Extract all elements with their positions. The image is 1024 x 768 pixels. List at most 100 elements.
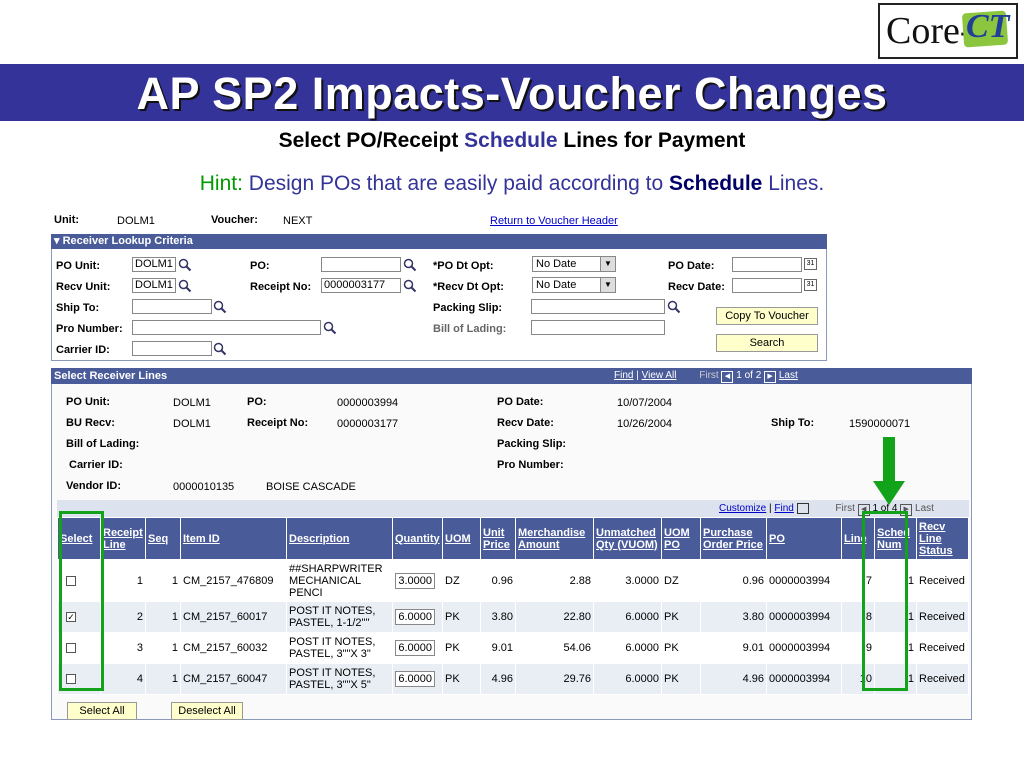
merchandise-amount-cell: 22.80 [515,601,594,633]
item-id-cell: CM_2157_476809 [180,559,287,602]
vendor-name: BOISE CASCADE [266,481,356,493]
recv-dt-opt-select[interactable]: No Date ▼ [532,277,616,293]
description-cell: POST IT NOTES, PASTEL, 3""X 3" [286,632,393,664]
po-dt-opt-select[interactable]: No Date ▼ [532,256,616,272]
table-row[interactable]: 4 1 CM_2157_60047 POST IT NOTES, PASTEL,… [57,663,969,695]
subtitle-part-a: Select PO/Receipt [278,129,465,152]
deselect-all-button[interactable]: Deselect All [171,702,243,720]
search-icon[interactable] [213,342,227,356]
receipt-line-cell: 3 [100,632,146,664]
customize-link[interactable]: Customize [719,503,766,514]
search-icon[interactable] [213,300,227,314]
search-icon[interactable] [178,279,192,293]
search-icon[interactable] [403,279,417,293]
voucher-value: NEXT [283,215,313,227]
ship-to-input[interactable] [132,299,212,314]
receipt-line-cell: 1 [100,559,146,602]
col-po[interactable]: PO [766,517,842,560]
col-uom[interactable]: UOM [442,517,481,560]
col-item-id[interactable]: Item ID [180,517,287,560]
search-button[interactable]: Search [716,334,818,352]
hint-body: Design POs that are easily paid accordin… [242,172,669,195]
table-row[interactable]: 3 1 CM_2157_60032 POST IT NOTES, PASTEL,… [57,632,969,664]
rcv-recv-date-value: 10/26/2004 [617,418,673,430]
search-icon[interactable] [323,321,337,335]
merchandise-amount-cell: 2.88 [515,559,594,602]
grid-find-link[interactable]: Find [774,503,793,514]
last-link[interactable]: Last [779,370,798,381]
col-merchandise-amount[interactable]: Merchandise Amount [515,517,594,560]
po-cell: 0000003994 [766,663,842,695]
spreadsheet-icon[interactable] [796,503,809,514]
quantity-input[interactable]: 6.0000 [395,609,435,625]
copy-to-voucher-button[interactable]: Copy To Voucher [716,307,818,325]
uom-cell: DZ [442,559,481,602]
pro-number-input[interactable] [132,320,321,335]
view-all-link[interactable]: View All [642,370,677,381]
bill-of-lading-label: Bill of Lading: [433,323,507,335]
packing-slip-input[interactable] [531,299,665,314]
uom-cell: PK [442,663,481,695]
receipt-no-input[interactable]: 0000003177 [321,278,401,293]
recv-dt-opt-label: *Recv Dt Opt: [433,281,504,293]
previous-arrow-icon[interactable]: ◀ [721,371,734,383]
unit-price-cell: 9.01 [480,632,516,664]
quantity-input[interactable]: 6.0000 [395,671,435,687]
po-date-input[interactable] [732,257,802,272]
uom-po-cell: DZ [661,559,701,602]
grid-last-link[interactable]: Last [915,503,934,514]
col-po-price[interactable]: Purchase Order Price [700,517,767,560]
recv-unit-input[interactable]: DOLM1 [132,278,176,293]
unit-price-cell: 4.96 [480,663,516,695]
bill-of-lading-input[interactable] [531,320,665,335]
first-link[interactable]: First [699,370,718,381]
col-description[interactable]: Description [286,517,393,560]
calendar-icon[interactable]: 31 [804,258,817,270]
bu-recv-label: BU Recv: [66,417,115,429]
po-input[interactable] [321,257,401,272]
quantity-cell: 6.0000 [392,601,443,633]
dropdown-arrow-icon: ▼ [600,278,615,292]
search-icon[interactable] [403,258,417,272]
collapse-icon: ▾ [54,235,60,247]
col-quantity[interactable]: Quantity [392,517,443,560]
col-recv-line-status[interactable]: Recv Line Status [916,517,969,560]
seq-cell: 1 [145,632,181,664]
calendar-icon[interactable]: 31 [804,279,817,291]
slide-subtitle: Select PO/Receipt Schedule Lines for Pay… [0,129,1024,153]
select-all-button[interactable]: Select All [67,702,137,720]
uom-po-cell: PK [661,632,701,664]
col-uom-po[interactable]: UOM PO [661,517,701,560]
table-header-row: Select Receipt Line Seq Item ID Descript… [57,517,969,560]
uom-po-cell: PK [661,601,701,633]
return-to-voucher-header-link[interactable]: Return to Voucher Header [490,215,618,227]
rcv-po-date-value: 10/07/2004 [617,397,673,409]
grid-first-link[interactable]: First [835,503,854,514]
seq-cell: 1 [145,601,181,633]
next-arrow-icon[interactable]: ▶ [764,371,777,383]
logo-core-text: Core- [886,10,973,52]
merchandise-amount-cell: 54.06 [515,632,594,664]
po-cell: 0000003994 [766,632,842,664]
table-row[interactable]: 1 1 CM_2157_476809 ##SHARPWRITER MECHANI… [57,559,969,602]
rcv-bill-of-lading-label: Bill of Lading: [66,438,140,450]
col-unit-price[interactable]: Unit Price [480,517,516,560]
hint-label: Hint: [199,172,243,195]
quantity-input[interactable]: 6.0000 [395,640,435,656]
hint-end: Lines. [762,172,825,195]
carrier-id-input[interactable] [132,341,212,356]
search-icon[interactable] [178,258,192,272]
unmatched-qty-cell: 6.0000 [593,632,662,664]
receiver-lookup-header[interactable]: ▾ Receiver Lookup Criteria [51,234,827,249]
search-icon[interactable] [667,300,681,314]
po-unit-input[interactable]: DOLM1 [132,257,176,272]
quantity-input[interactable]: 3.0000 [395,572,435,589]
col-receipt-line[interactable]: Receipt Line [100,517,146,560]
seq-cell: 1 [145,663,181,695]
recv-date-input[interactable] [732,278,802,293]
rcv-ship-to-value: 1590000071 [849,418,911,430]
col-unmatched-qty[interactable]: Unmatched Qty (VUOM) [593,517,662,560]
find-link[interactable]: Find [614,370,633,381]
col-seq[interactable]: Seq [145,517,181,560]
table-row[interactable]: ✓ 2 1 CM_2157_60017 POST IT NOTES, PASTE… [57,601,969,633]
